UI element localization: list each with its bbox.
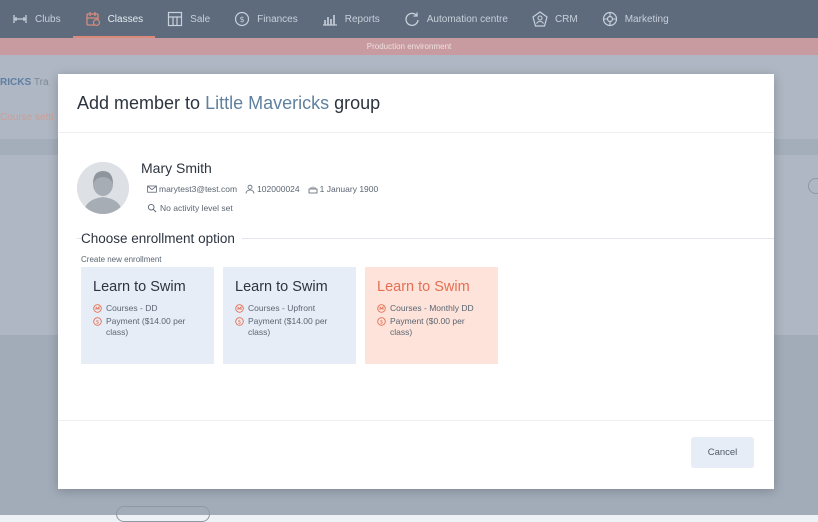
cake-icon	[308, 186, 318, 194]
nav-label: Automation centre	[426, 13, 508, 25]
svg-text:$: $	[96, 319, 100, 325]
course-type-icon	[377, 304, 386, 313]
cancel-button[interactable]: Cancel	[691, 437, 754, 468]
nav-item-crm[interactable]: CRM	[520, 0, 590, 38]
option-title: Learn to Swim	[377, 279, 470, 295]
breadcrumb: RICKS Tra	[0, 77, 49, 88]
nav-item-reports[interactable]: Reports	[310, 0, 392, 38]
dialog-title: Add member to Little Mavericks group	[77, 93, 380, 114]
option-course: Courses - Upfront	[235, 303, 344, 315]
option-payment-text: Payment ($14.00 per class)	[106, 315, 186, 338]
nav-label: Finances	[257, 13, 298, 25]
nav-label: Clubs	[35, 13, 61, 25]
classes-icon	[85, 11, 101, 27]
avatar	[77, 162, 129, 214]
group-name: Little Mavericks	[205, 93, 330, 113]
row-action-button[interactable]	[808, 178, 818, 194]
option-course-text: Courses - DD	[106, 303, 158, 313]
enrollment-option-card[interactable]: Learn to Swim Courses - Upfront $ Paymen…	[223, 267, 356, 364]
nav-item-finances[interactable]: $ Finances	[222, 0, 310, 38]
activity-level-text: No activity level set	[160, 203, 233, 213]
option-title: Learn to Swim	[93, 279, 186, 295]
nav-label: Marketing	[624, 13, 669, 25]
member-id-text: 102000024	[257, 184, 300, 194]
option-course: Courses - Monthly DD	[377, 303, 486, 315]
course-type-icon	[93, 304, 102, 313]
enrollment-option-card-selected[interactable]: Learn to Swim Courses - Monthly DD $ Pay…	[365, 267, 498, 364]
section-title: Choose enrollment option	[81, 231, 242, 246]
payment-icon: $	[93, 316, 102, 326]
member-birthdate-text: 1 January 1900	[319, 184, 379, 194]
member-id: 102000024	[245, 184, 300, 194]
course-settings-link[interactable]: Course setti	[0, 112, 53, 123]
option-payment: $ Payment ($14.00 per class)	[93, 316, 202, 339]
enrollment-options: Learn to Swim Courses - DD $ Payment ($1…	[81, 267, 498, 364]
person-icon	[245, 184, 255, 194]
environment-banner: Production environment	[0, 38, 818, 55]
payment-icon: $	[235, 316, 244, 326]
breadcrumb-group[interactable]: RICKS	[0, 77, 31, 88]
svg-text:$: $	[380, 319, 384, 325]
nav-item-automation-centre[interactable]: Automation centre	[392, 0, 520, 38]
magnifier-icon	[147, 203, 157, 213]
section-subtitle: Create new enrollment	[81, 255, 162, 264]
option-payment: $ Payment ($0.00 per class)	[377, 316, 486, 339]
dialog-title-prefix: Add member to	[77, 93, 201, 113]
nav-item-marketing[interactable]: Marketing	[590, 0, 681, 38]
nav-item-classes[interactable]: Classes	[72, 0, 156, 38]
svg-text:$: $	[238, 319, 242, 325]
nav-label: CRM	[554, 13, 578, 25]
reports-icon	[322, 11, 338, 27]
top-navigation: Clubs Classes Sale $ Finances Reports Au…	[0, 0, 818, 38]
option-payment-text: Payment ($0.00 per class)	[390, 315, 465, 338]
payment-icon: $	[377, 316, 386, 326]
course-type-icon	[235, 304, 244, 313]
member-email-text: marytest3@test.com	[159, 184, 238, 194]
dialog-footer: Cancel	[58, 420, 774, 490]
background-pill-button[interactable]	[116, 506, 210, 522]
option-course: Courses - DD	[93, 303, 202, 315]
option-payment-text: Payment ($14.00 per class)	[248, 315, 328, 338]
nav-item-clubs[interactable]: Clubs	[0, 0, 73, 38]
add-member-dialog: Add member to Little Mavericks group Mar…	[58, 74, 774, 489]
option-payment: $ Payment ($14.00 per class)	[235, 316, 344, 339]
finances-icon: $	[234, 11, 250, 27]
option-title: Learn to Swim	[235, 279, 328, 295]
enrollment-option-card[interactable]: Learn to Swim Courses - DD $ Payment ($1…	[81, 267, 214, 364]
automation-icon	[404, 11, 420, 27]
member-birthdate: 1 January 1900	[308, 184, 379, 194]
option-course-text: Courses - Upfront	[248, 303, 316, 313]
member-activity-level: No activity level set	[147, 203, 233, 213]
sale-icon	[167, 11, 183, 27]
envelope-icon	[147, 185, 157, 193]
nav-label: Sale	[190, 13, 211, 25]
user-silhouette-icon	[77, 162, 129, 214]
dialog-header: Add member to Little Mavericks group	[58, 74, 774, 133]
breadcrumb-rest: Tra	[33, 77, 49, 88]
member-name: Mary Smith	[141, 160, 212, 176]
marketing-icon	[602, 11, 618, 27]
nav-label: Reports	[344, 13, 380, 25]
svg-text:$: $	[240, 15, 245, 24]
clubs-icon	[12, 11, 28, 27]
nav-label: Classes	[107, 13, 144, 25]
option-course-text: Courses - Monthly DD	[390, 303, 474, 313]
crm-icon	[532, 11, 548, 27]
nav-item-sale[interactable]: Sale	[155, 0, 222, 38]
dialog-title-suffix: group	[334, 93, 381, 113]
member-details: marytest3@test.com 102000024 1 January 1…	[147, 184, 386, 194]
member-email: marytest3@test.com	[147, 184, 237, 194]
